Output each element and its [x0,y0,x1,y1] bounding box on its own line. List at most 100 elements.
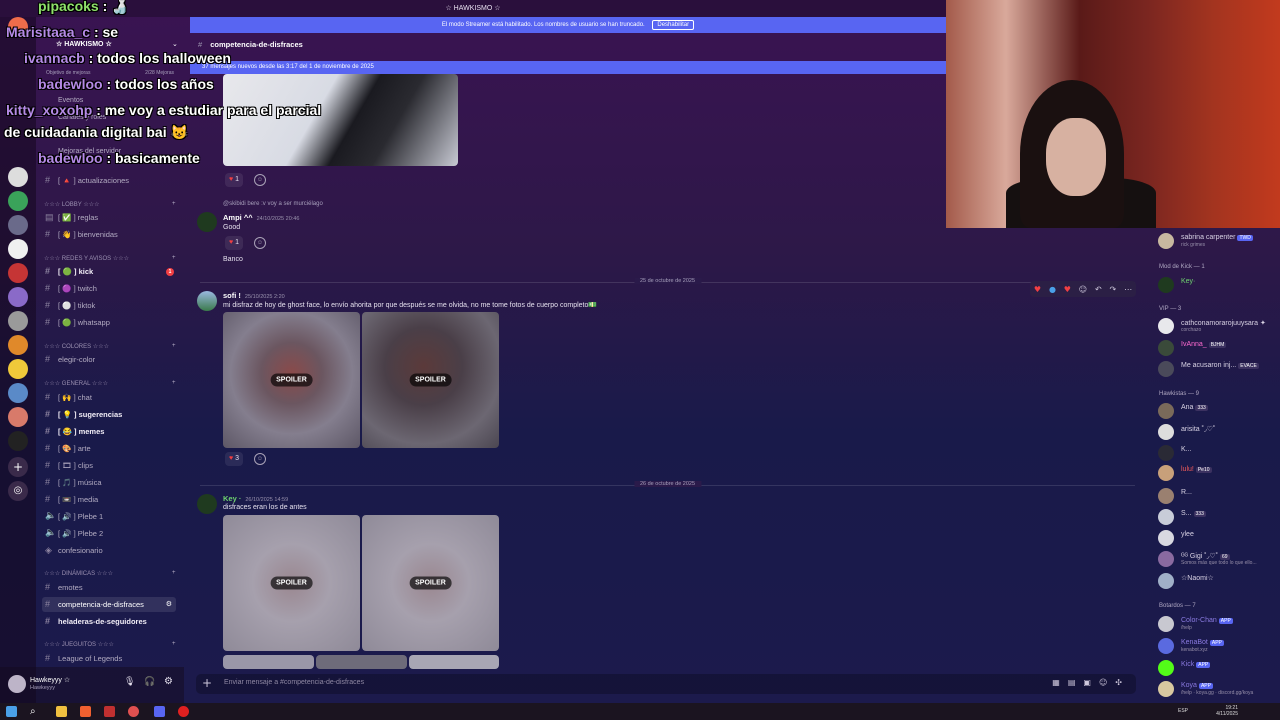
channel-arte[interactable]: # [ 🎨 ] arte [42,441,176,456]
member-item[interactable]: sabrina carpenter TWD rick grimes [1158,232,1278,250]
member-item[interactable]: R... [1158,487,1278,505]
add-channel-icon[interactable]: + [172,380,176,386]
new-messages-bar[interactable]: 37 mensajes nuevos desde las 3:17 del 1 … [190,61,946,74]
member-item[interactable]: K... [1158,444,1278,462]
file-explorer-icon[interactable] [56,706,67,717]
spoiler-image[interactable]: SPOILER [362,312,499,448]
member-item[interactable]: arisita ˚◞♡˚ [1158,423,1278,441]
channel-competencia-de-disfraces[interactable]: # competencia-de-disfraces ⚙ [42,597,176,612]
category-colores[interactable]: ☆☆☆ COLORES ☆☆☆ + [44,343,176,350]
server-icon[interactable] [8,263,28,283]
globe-reaction-icon[interactable]: ● [1049,285,1056,294]
server-icon[interactable] [8,383,28,403]
message-author[interactable]: Ampi ^^ 24/10/2025 20:46 [223,213,299,222]
channel-clips[interactable]: # [ 🎞 ] clips [42,458,176,473]
message-author[interactable]: sofi ! 25/10/2025 2:20 [223,291,285,300]
add-channel-icon[interactable]: + [172,343,176,349]
microphone-icon[interactable]: 🎙 [124,677,135,687]
spoiler-image[interactable]: SPOILER [223,515,360,651]
message-composer[interactable]: + Enviar mensaje a #competencia-de-disfr… [196,674,1136,694]
brave-browser-icon[interactable] [80,706,91,717]
member-item[interactable]: KenaBot APP kenabot.xyz [1158,637,1278,655]
channel-tiktok[interactable]: # [ ⚪ ] tiktok [42,298,176,313]
attachment-image[interactable] [409,655,499,669]
server-icon[interactable] [8,17,28,37]
member-item[interactable]: Kick APP [1158,659,1278,677]
attachment-image[interactable] [316,655,407,669]
channel-heladeras-de-seguidores[interactable]: # heladeras-de-seguidores [42,614,176,629]
author-avatar[interactable] [197,291,217,311]
category-jueguitos[interactable]: ☆☆☆ JUEGUITOS ☆☆☆ + [44,641,176,648]
system-clock[interactable]: 19:21 4/11/2025 [1216,705,1238,717]
emoji-icon[interactable]: ☺ [1099,678,1115,687]
server-icon[interactable] [8,215,28,235]
channel-elegir-color[interactable]: # elegir-color [42,352,176,367]
heart-reaction-icon[interactable]: ♥ [1064,285,1071,294]
channel-sugerencias[interactable]: # [ 💡 ] sugerencias [42,407,176,422]
channel-memes[interactable]: # [ 😂 ] memes [42,424,176,439]
heart-reaction-icon[interactable]: ♥ [1034,285,1041,294]
apps-icon[interactable]: ✣ [1115,678,1130,687]
member-item[interactable]: Ana 333 [1158,402,1278,420]
gif-icon[interactable]: ▤ [1068,678,1084,687]
channel-media[interactable]: # [ 📼 ] media [42,492,176,507]
chrome-icon[interactable] [128,706,139,717]
more-icon[interactable]: ⋯ [1124,285,1132,294]
reply-icon[interactable]: ↶ [1095,285,1102,294]
channel-bienvenidas[interactable]: # [ 👋 ] bienvenidas [42,227,176,242]
user-settings-gear-icon[interactable]: ⚙ [164,676,173,687]
sticker-icon[interactable]: ▣ [1083,678,1099,687]
reply-reference[interactable]: @skibidi bere :v voy a ser murciélago [223,201,323,207]
add-reaction-icon[interactable]: ☺ [254,174,266,186]
author-avatar[interactable] [197,212,217,232]
explore-icon[interactable]: ◎ [8,481,28,501]
add-channel-icon[interactable]: + [172,570,176,576]
voice-channel-plebe-2[interactable]: 🔈[ 🔊 ] Plebe 2 [42,526,176,541]
opera-icon[interactable] [178,706,189,717]
server-icon[interactable] [8,335,28,355]
voice-channel-plebe-1[interactable]: 🔈[ 🔊 ] Plebe 1 [42,509,176,524]
channel-whatsapp[interactable]: # [ 🟢 ] whatsapp [42,315,176,330]
server-icon[interactable] [8,239,28,259]
start-menu-icon[interactable] [6,706,17,717]
member-item[interactable]: ᴳᴳ Gigi ˚◞♡˚ 69 Somos más que todo lo que … [1158,550,1278,568]
member-item[interactable]: lulu! Pe10 [1158,464,1278,482]
disable-streamer-button[interactable]: Deshabilitar [652,20,695,30]
add-attachment-icon[interactable]: + [202,676,212,690]
attachment-image[interactable] [223,74,458,166]
server-icon[interactable] [8,431,28,451]
reaction-heart[interactable]: ♥ 1 [225,173,244,187]
add-server-icon[interactable]: + [8,457,28,477]
channel-emotes[interactable]: # emotes [42,580,176,595]
channel-kick[interactable]: # [ 🟢 ] kick 1 [42,264,176,279]
forward-icon[interactable]: ↷ [1110,285,1117,294]
add-reaction-icon[interactable]: ☺ [254,237,266,249]
server-icon[interactable] [8,311,28,331]
reaction-heart[interactable]: ♥ 3 [225,452,244,466]
member-item[interactable]: Me acusaron inj... EVACE [1158,360,1278,378]
discord-icon[interactable] [154,706,165,717]
member-item[interactable]: ylee [1158,529,1278,547]
search-icon[interactable]: ⌕ [30,706,41,717]
gift-icon[interactable]: ▦ [1052,678,1068,687]
member-item[interactable]: IvAnna_ BJHM [1158,339,1278,357]
category-redes[interactable]: ☆☆☆ REDES Y AVISOS ☆☆☆ + [44,255,176,262]
category-general[interactable]: ☆☆☆ GENERAL ☆☆☆ + [44,380,176,387]
member-item[interactable]: Key· [1158,276,1278,294]
add-reaction-icon[interactable]: ☺ [1079,285,1087,294]
language-indicator[interactable]: ESP [1178,708,1188,714]
channel-reglas[interactable]: ▤ [ ✅ ] reglas [42,210,176,225]
reaction-heart[interactable]: ♥ 1 [225,236,244,250]
member-item[interactable]: Color-Chan APP/help [1158,615,1278,633]
member-item[interactable]: S... 333 [1158,508,1278,526]
category-dinamicas[interactable]: ☆☆☆ DINÁMICAS ☆☆☆ + [44,570,176,577]
member-item[interactable]: ☆Naomi☆ [1158,572,1278,590]
server-icon[interactable] [8,191,28,211]
server-icon[interactable] [8,407,28,427]
add-channel-icon[interactable]: + [172,641,176,647]
channel-actualizaciones[interactable]: # [ 🔺 ] actualizaciones [42,173,176,188]
obs-icon[interactable] [104,706,115,717]
spoiler-image[interactable]: SPOILER [362,515,499,651]
channel-confesionario[interactable]: ◈ confesionario [42,543,176,558]
channel-league-of-legends[interactable]: # League of Legends [42,651,176,666]
